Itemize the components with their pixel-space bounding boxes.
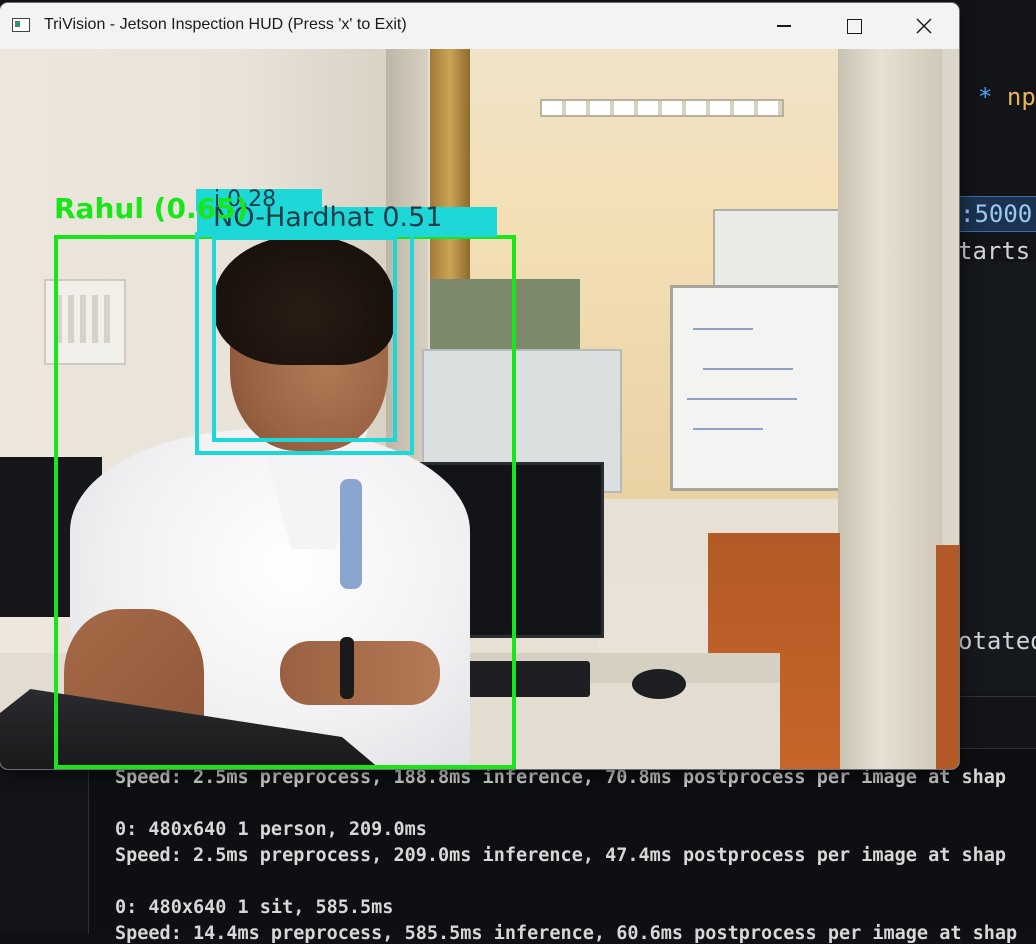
- close-button[interactable]: [889, 3, 959, 49]
- editor-separator: [958, 696, 1036, 697]
- terminal-line: Speed: 2.5ms preprocess, 209.0ms inferen…: [115, 845, 1007, 866]
- hud-window[interactable]: TriVision - Jetson Inspection HUD (Press…: [0, 3, 959, 769]
- camera-feed: i 0.28 NO-Hardhat 0.51 Rahul (0.65): [0, 49, 959, 769]
- code-fragment-starts: tarts: [958, 237, 1031, 265]
- scene-ceiling-light: [540, 99, 784, 117]
- terminal-line: 0: 480x640 1 person, 209.0ms: [115, 819, 427, 840]
- code-fragment-star: *: [978, 83, 993, 111]
- code-fragment-rotated: otated: [958, 627, 1036, 655]
- scene-mouse: [632, 669, 686, 699]
- minimize-button[interactable]: [749, 3, 819, 49]
- scene-wood-panel: [936, 545, 959, 769]
- minimize-icon: [777, 25, 791, 27]
- terminal-line: 0: 480x640 1 sit, 585.5ms: [115, 897, 394, 918]
- scene-poster: [713, 209, 842, 287]
- terminal-line: Speed: 14.4ms preprocess, 585.5ms infere…: [115, 923, 1018, 944]
- maximize-icon: [846, 18, 862, 34]
- window-title: TriVision - Jetson Inspection HUD (Press…: [44, 16, 407, 33]
- terminal-panel[interactable]: Speed: 2.5ms preprocess, 188.8ms inferen…: [88, 748, 1036, 944]
- code-fragment-port: :5000: [958, 196, 1036, 232]
- code-fragment-np-text: np: [1006, 83, 1036, 111]
- code-fragment-np: * np: [978, 83, 1036, 111]
- detection-label-person: Rahul (0.65): [54, 192, 249, 225]
- window-titlebar[interactable]: TriVision - Jetson Inspection HUD (Press…: [0, 3, 959, 49]
- scene-whiteboard: [670, 285, 844, 491]
- terminal-line: Speed: 2.5ms preprocess, 188.8ms inferen…: [115, 767, 1007, 788]
- close-icon: [916, 18, 932, 34]
- app-icon: [12, 18, 30, 32]
- scene-door-frame: [838, 49, 943, 769]
- maximize-button[interactable]: [819, 3, 889, 49]
- detection-box-secondary: [212, 236, 397, 442]
